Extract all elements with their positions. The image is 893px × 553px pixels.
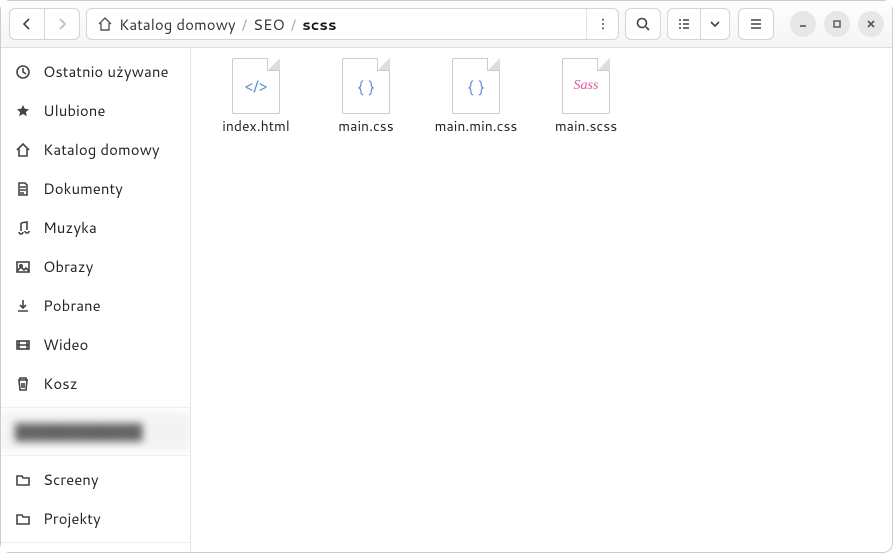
maximize-button[interactable] xyxy=(824,11,850,37)
crumb-sep: / xyxy=(242,14,247,35)
file-label: main.min.css xyxy=(435,118,518,135)
kebab-icon xyxy=(596,17,610,31)
search-button[interactable] xyxy=(625,8,661,40)
minimize-icon xyxy=(798,19,808,29)
sidebar-separator xyxy=(1,407,190,408)
minimize-button[interactable] xyxy=(790,11,816,37)
files-area[interactable]: </> index.html { } main.css { } main.min.css S… xyxy=(191,48,892,552)
hamburger-icon xyxy=(748,16,764,32)
file-label: main.scss xyxy=(555,118,617,135)
sidebar-item-screens[interactable]: Screeny xyxy=(1,460,190,499)
sidebar-label: Pobrane xyxy=(43,295,101,316)
crumb-home[interactable]: Katalog domowy xyxy=(119,14,236,35)
file-icon: { } xyxy=(452,58,500,114)
sidebar-item-videos[interactable]: Wideo xyxy=(1,325,190,364)
clock-icon xyxy=(15,64,31,80)
sidebar-label: Wideo xyxy=(43,334,88,355)
video-icon xyxy=(15,337,31,353)
view-dropdown-button[interactable] xyxy=(700,8,730,40)
sidebar-label: Muzyka xyxy=(43,217,97,238)
search-icon xyxy=(635,16,651,32)
view-list-button[interactable] xyxy=(667,8,700,40)
file-item[interactable]: { } main.css xyxy=(321,58,411,135)
list-icon xyxy=(676,16,692,32)
file-type-glyph: </> xyxy=(245,75,267,98)
path-menu-button[interactable] xyxy=(586,9,618,39)
crumb-mid[interactable]: SEO xyxy=(253,14,285,35)
file-type-glyph: { } xyxy=(358,75,375,98)
path-bar[interactable]: Katalog domowy / SEO / scss xyxy=(86,8,619,40)
file-item[interactable]: Sass main.scss xyxy=(541,58,631,135)
folder-icon xyxy=(15,472,31,488)
close-button[interactable] xyxy=(858,11,884,37)
star-icon xyxy=(15,103,31,119)
sidebar-label: Obrazy xyxy=(43,256,93,277)
maximize-icon xyxy=(832,19,842,29)
home-icon xyxy=(15,142,31,158)
hamburger-menu-button[interactable] xyxy=(738,8,774,40)
close-icon xyxy=(866,19,876,29)
home-icon xyxy=(97,16,113,32)
file-label: index.html xyxy=(222,118,289,135)
sidebar-item-documents[interactable]: Dokumenty xyxy=(1,169,190,208)
chevron-down-icon xyxy=(707,16,723,32)
sidebar-label: Kosz xyxy=(43,373,78,394)
sidebar-item-downloads[interactable]: Pobrane xyxy=(1,286,190,325)
back-button[interactable] xyxy=(9,8,44,40)
right-controls xyxy=(667,8,884,40)
view-switcher xyxy=(667,8,730,40)
sidebar-label: ████████████ xyxy=(15,421,143,442)
file-icon: Sass xyxy=(562,58,610,114)
sidebar-label: Ostatnio używane xyxy=(43,61,169,82)
file-label: main.css xyxy=(338,118,393,135)
forward-button[interactable] xyxy=(44,8,80,40)
sidebar-label: Screeny xyxy=(43,469,99,490)
document-icon xyxy=(15,181,31,197)
sidebar-item-pictures[interactable]: Obrazy xyxy=(1,247,190,286)
sidebar-label: Ulubione xyxy=(43,100,105,121)
titlebar: Katalog domowy / SEO / scss xyxy=(1,1,892,48)
sidebar-item-recent[interactable]: Ostatnio używane xyxy=(1,52,190,91)
sidebar-label: Katalog domowy xyxy=(43,139,160,160)
sidebar-item-projects[interactable]: Projekty xyxy=(1,499,190,538)
music-icon xyxy=(15,220,31,236)
image-icon xyxy=(15,259,31,275)
folder-icon xyxy=(15,511,31,527)
trash-icon xyxy=(15,376,31,392)
crumb-current[interactable]: scss xyxy=(302,14,336,35)
sidebar-item-home[interactable]: Katalog domowy xyxy=(1,130,190,169)
download-icon xyxy=(15,298,31,314)
sidebar: Ostatnio używane Ulubione Katalog domowy… xyxy=(1,48,191,552)
sidebar-label: Projekty xyxy=(43,508,101,529)
sidebar-item-music[interactable]: Muzyka xyxy=(1,208,190,247)
crumb-sep: / xyxy=(291,14,296,35)
breadcrumb: Katalog domowy / SEO / scss xyxy=(87,14,586,35)
window-controls xyxy=(790,11,884,37)
chevron-right-icon xyxy=(54,16,70,32)
file-item[interactable]: { } main.min.css xyxy=(431,58,521,135)
sidebar-label: Dokumenty xyxy=(43,178,123,199)
nav-buttons xyxy=(9,8,80,40)
file-icon: { } xyxy=(342,58,390,114)
file-type-glyph: Sass xyxy=(574,78,599,94)
sidebar-separator xyxy=(1,455,190,456)
file-item[interactable]: </> index.html xyxy=(211,58,301,135)
file-type-glyph: { } xyxy=(468,75,485,98)
sidebar-item-favorites[interactable]: Ulubione xyxy=(1,91,190,130)
file-icon: </> xyxy=(232,58,280,114)
chevron-left-icon xyxy=(19,16,35,32)
sidebar-item-blurred[interactable]: ████████████ xyxy=(1,412,190,451)
main-content: Ostatnio używane Ulubione Katalog domowy… xyxy=(1,48,892,552)
sidebar-separator xyxy=(1,542,190,543)
sidebar-item-trash[interactable]: Kosz xyxy=(1,364,190,403)
